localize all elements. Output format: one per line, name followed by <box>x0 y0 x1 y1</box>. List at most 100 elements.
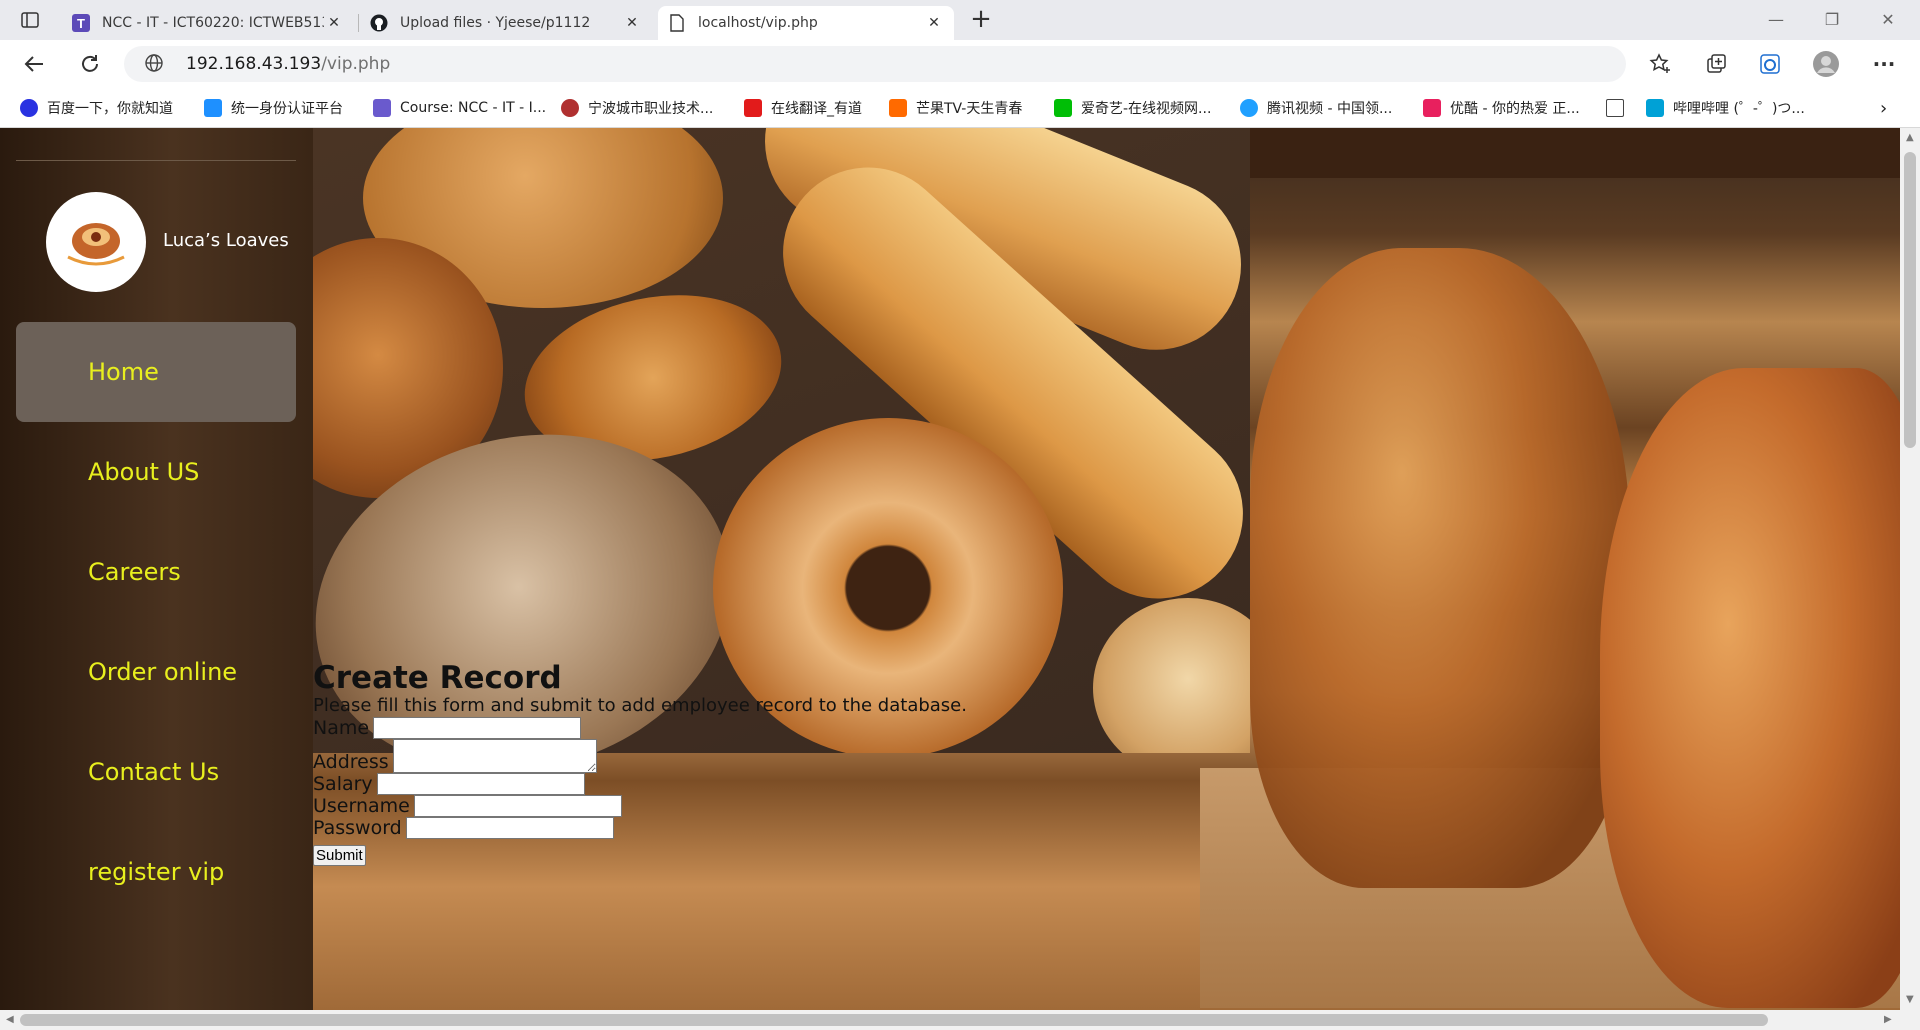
new-tab-button[interactable]: + <box>966 4 996 34</box>
bookmark-bilibili[interactable]: 哔哩哔哩 (゜-゜)つ... <box>1646 96 1805 120</box>
address-label: Address <box>313 751 389 773</box>
scroll-up-icon[interactable]: ▲ <box>1906 132 1914 143</box>
close-window-icon[interactable]: ✕ <box>1868 8 1908 32</box>
form-title: Create Record <box>313 660 562 696</box>
background-image <box>1250 128 1900 178</box>
url-path: /vip.php <box>321 54 391 74</box>
mango-tv-icon <box>889 99 907 117</box>
restore-icon[interactable]: ❐ <box>1812 8 1852 32</box>
salary-field[interactable] <box>376 773 585 795</box>
bread-image <box>1093 598 1250 753</box>
url-field[interactable]: 192.168.43.193/vip.php <box>124 46 1626 82</box>
t-box-icon <box>373 99 391 117</box>
tab-github[interactable]: Upload files · Yjeese/p1112 ✕ <box>360 6 652 40</box>
username-label: Username <box>313 795 410 817</box>
username-row: Username <box>313 795 967 817</box>
school-logo-icon <box>561 99 579 117</box>
nav-register-vip[interactable]: register vip <box>16 822 296 922</box>
page-viewport: Luca’s Loaves Home About US Careers Orde… <box>0 128 1900 1010</box>
bookmark-label: 芒果TV-天生青春 <box>916 101 1023 117</box>
baidu-paw-icon <box>20 99 38 117</box>
tab-actions-icon[interactable] <box>20 10 40 30</box>
refresh-icon[interactable] <box>76 50 104 78</box>
nav-order-online[interactable]: Order online <box>16 622 296 722</box>
sidebar-divider <box>16 160 296 161</box>
page-icon <box>1606 99 1624 117</box>
username-field[interactable] <box>413 795 622 817</box>
lock-icon <box>204 99 222 117</box>
salary-label: Salary <box>313 773 373 795</box>
close-icon[interactable]: ✕ <box>622 15 642 31</box>
bilibili-icon <box>1646 99 1664 117</box>
close-icon[interactable]: ✕ <box>924 15 944 31</box>
scroll-down-icon[interactable]: ▼ <box>1906 994 1914 1005</box>
t-box-icon: T <box>72 14 90 32</box>
password-field[interactable] <box>405 817 614 839</box>
bookmark-tencent[interactable]: 腾讯视频 - 中国领... <box>1240 96 1392 120</box>
github-icon <box>370 14 388 32</box>
vertical-scrollbar[interactable]: ▲ ▼ <box>1900 128 1920 1010</box>
minimize-icon[interactable]: — <box>1756 8 1796 32</box>
tab-strip: T NCC - IT - ICT60220: ICTWEB513 ✕ Uploa… <box>0 0 1920 40</box>
scrollbar-thumb[interactable] <box>20 1014 1768 1026</box>
nav-contact-us[interactable]: Contact Us <box>16 722 296 822</box>
brand-logo[interactable] <box>46 192 146 292</box>
youku-icon <box>1423 99 1441 117</box>
page-icon <box>668 14 686 32</box>
sidebar: Luca’s Loaves Home About US Careers Orde… <box>0 128 313 1010</box>
scroll-left-icon[interactable]: ◀ <box>6 1014 14 1025</box>
password-label: Password <box>313 817 402 839</box>
nav-careers[interactable]: Careers <box>16 522 296 622</box>
globe-icon <box>144 53 166 75</box>
background-image <box>1250 248 1630 888</box>
nav-home[interactable]: Home <box>16 322 296 422</box>
bookmark-youku[interactable]: 优酷 - 你的热爱 正... <box>1423 96 1580 120</box>
tab-separator <box>358 14 359 32</box>
bookmark-baidu[interactable]: 百度一下，你就知道 <box>20 96 173 120</box>
salary-row: Salary <box>313 773 967 795</box>
tab-ncc[interactable]: T NCC - IT - ICT60220: ICTWEB513 ✕ <box>62 6 354 40</box>
name-field[interactable] <box>373 717 582 739</box>
nav-about-us[interactable]: About US <box>16 422 296 522</box>
iqiyi-icon <box>1054 99 1072 117</box>
svg-text:T: T <box>77 16 85 31</box>
horizontal-scrollbar[interactable]: ◀ ▶ <box>0 1010 1920 1030</box>
address-row: Address <box>313 739 967 773</box>
password-row: Password <box>313 817 967 839</box>
bookmark-label: 宁波城市职业技术... <box>588 101 714 117</box>
bookmark-ningbo[interactable]: 宁波城市职业技术... <box>561 96 713 120</box>
bookmark-label: 爱奇艺-在线视频网... <box>1081 101 1212 117</box>
address-bar-row: 192.168.43.193/vip.php ··· <box>0 40 1920 88</box>
scrollbar-thumb[interactable] <box>1904 152 1916 448</box>
back-icon[interactable] <box>20 50 48 78</box>
more-menu-icon[interactable]: ··· <box>1870 50 1898 78</box>
profile-avatar-icon[interactable] <box>1812 50 1840 78</box>
create-record-form: Create Record Please fill this form and … <box>313 661 967 866</box>
form-intro: Please fill this form and submit to add … <box>313 695 967 716</box>
bookmark-label: Course: NCC - IT - I... <box>400 100 547 116</box>
favorites-star-icon[interactable] <box>1646 50 1674 78</box>
bookmark-label: 哔哩哔哩 (゜-゜)つ... <box>1673 101 1805 117</box>
chevron-right-icon[interactable]: › <box>1880 96 1887 120</box>
bookmark-youdao[interactable]: 在线翻译_有道 <box>744 96 862 120</box>
collections-icon[interactable] <box>1702 50 1730 78</box>
tencent-video-icon <box>1240 99 1258 117</box>
bookmark-label: 优酷 - 你的热爱 正... <box>1450 101 1580 117</box>
submit-button[interactable]: Submit <box>313 845 366 866</box>
bookmark-iqiyi[interactable]: 爱奇艺-在线视频网... <box>1054 96 1211 120</box>
bookmark-mango[interactable]: 芒果TV-天生青春 <box>889 96 1022 120</box>
youdao-icon <box>744 99 762 117</box>
scroll-right-icon[interactable]: ▶ <box>1884 1014 1892 1025</box>
bookmark-label: 统一身份认证平台 <box>231 101 343 117</box>
address-field[interactable] <box>392 739 597 773</box>
name-label: Name <box>313 717 370 739</box>
bookmark-page[interactable] <box>1606 96 1633 120</box>
url-host: 192.168.43.193 <box>186 54 322 74</box>
tab-localhost[interactable]: localhost/vip.php ✕ <box>658 6 954 40</box>
bookmark-auth[interactable]: 统一身份认证平台 <box>204 96 343 120</box>
edge-extension-icon[interactable] <box>1756 50 1784 78</box>
bookmark-course[interactable]: Course: NCC - IT - I... <box>373 96 546 120</box>
close-icon[interactable]: ✕ <box>324 15 344 31</box>
background-image <box>1600 368 1900 1008</box>
tab-title: Upload files · Yjeese/p1112 <box>400 15 591 31</box>
